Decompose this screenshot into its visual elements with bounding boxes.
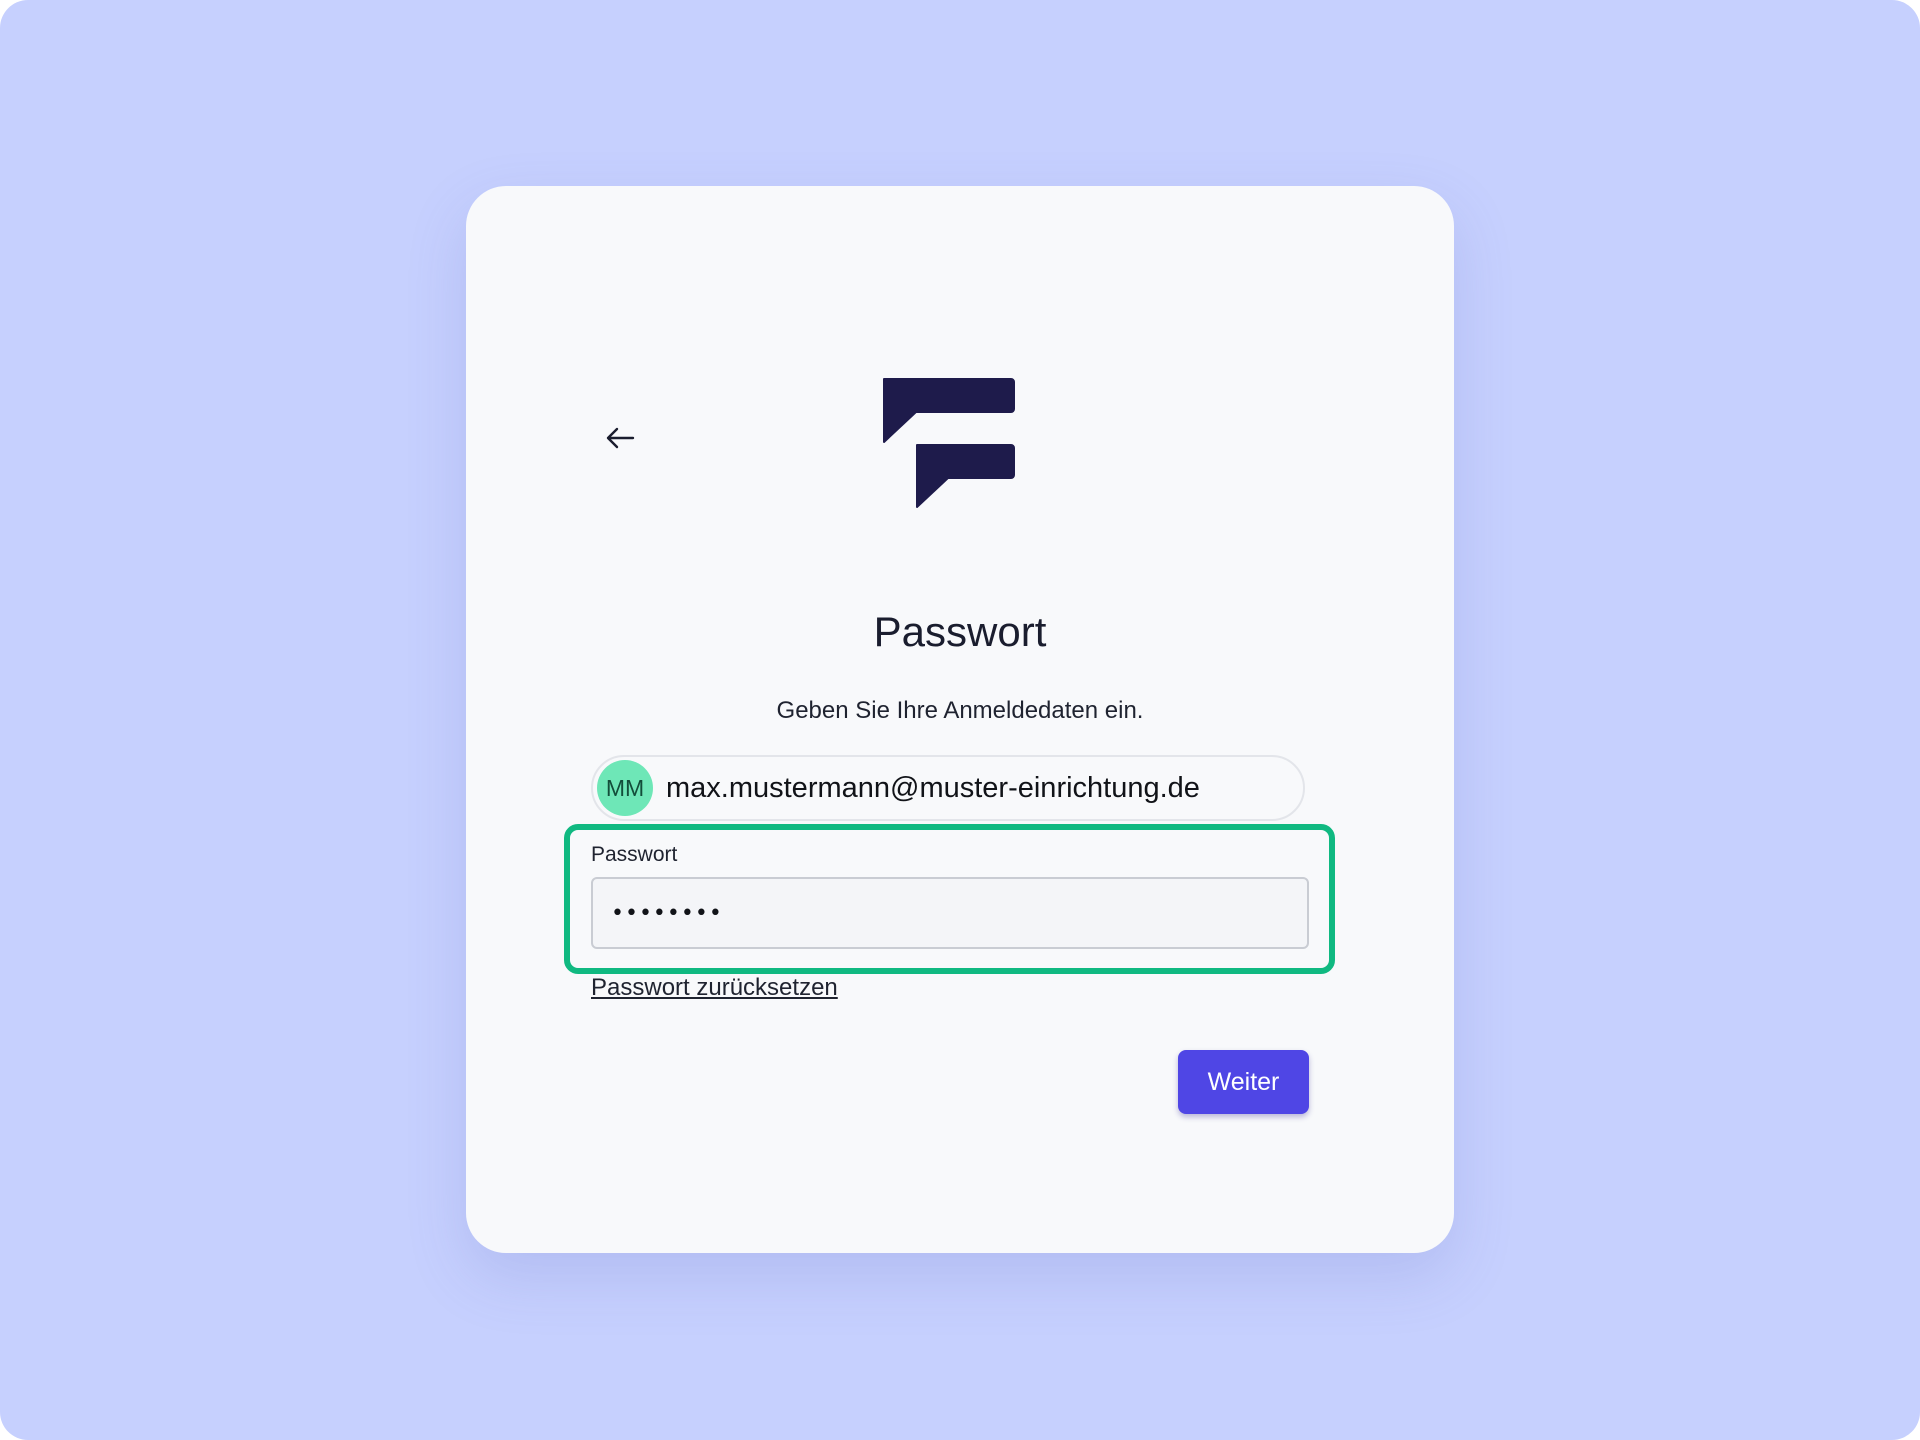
password-input[interactable]: •••••••• (591, 877, 1309, 949)
page-title: Passwort (873, 608, 1047, 655)
password-value: •••••••• (611, 900, 723, 926)
back-button[interactable] (600, 418, 640, 458)
page-subtitle: Geben Sie Ihre Anmeldedaten ein. (776, 697, 1144, 724)
arrow-left-icon (606, 427, 635, 449)
account-email: max.mustermann@muster-einrichtung.de (666, 771, 1200, 804)
reset-password-link[interactable]: Passwort zurücksetzen (591, 974, 838, 1002)
account-chip[interactable]: MM max.mustermann@muster-einrichtung.de (591, 755, 1305, 821)
chat-bubbles-logo (883, 378, 1015, 508)
avatar: MM (597, 760, 653, 816)
password-label: Passwort (591, 843, 678, 866)
continue-button[interactable]: Weiter (1178, 1050, 1309, 1114)
